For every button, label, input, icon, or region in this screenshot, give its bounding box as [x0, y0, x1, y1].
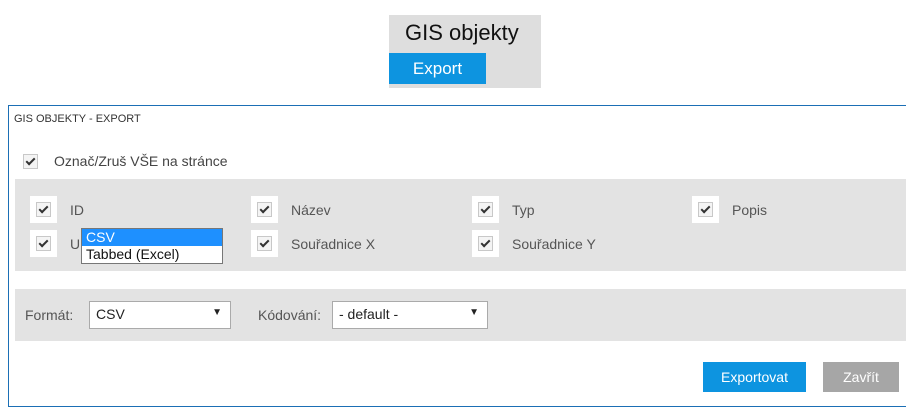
field-nazev[interactable]: Název — [251, 196, 331, 223]
field-y[interactable]: Souřadnice Y — [472, 230, 596, 257]
format-option-csv[interactable]: CSV — [82, 229, 222, 246]
toggle-all-checkbox[interactable] — [23, 153, 38, 169]
field-x-checkbox[interactable] — [257, 236, 272, 251]
field-id-checkbox[interactable] — [36, 202, 51, 217]
field-typ-label: Typ — [512, 201, 535, 218]
chevron-down-icon: ▼ — [212, 307, 222, 318]
format-label: Formát: — [25, 307, 74, 323]
field-y-label: Souřadnice Y — [512, 235, 596, 252]
field-popis-label: Popis — [732, 201, 768, 218]
field-typ-checkbox[interactable] — [478, 202, 493, 217]
field-typ[interactable]: Typ — [472, 196, 535, 223]
close-button[interactable]: Zavřít — [823, 362, 899, 392]
field-popis[interactable]: Popis — [692, 196, 767, 223]
field-x[interactable]: Souřadnice X — [251, 230, 375, 257]
field-id[interactable]: ID — [30, 196, 84, 223]
encoding-label: Kódování: — [258, 307, 322, 323]
field-popis-checkbox[interactable] — [698, 202, 713, 217]
field-nazev-checkbox[interactable] — [257, 202, 272, 217]
module-title: GIS objekty — [405, 20, 519, 45]
toggle-all-row[interactable]: Označ/Zruš VŠE na stránce — [23, 153, 228, 169]
format-selected-value: CSV — [96, 306, 125, 322]
field-y-checkbox[interactable] — [478, 236, 493, 251]
format-dropdown-list: CSV Tabbed (Excel) — [81, 228, 223, 264]
field-nazev-label: Název — [291, 201, 331, 218]
module-menu: GIS objekty Export — [389, 15, 541, 88]
encoding-select[interactable]: - default - ▼ — [332, 301, 488, 329]
chevron-down-icon: ▼ — [469, 307, 479, 318]
format-bar: Formát: CSV ▼ Kódování: - default - ▼ — [15, 289, 906, 341]
format-select[interactable]: CSV ▼ — [89, 301, 231, 329]
export-button[interactable]: Exportovat — [703, 362, 806, 392]
format-option-tabbed[interactable]: Tabbed (Excel) — [82, 246, 222, 263]
field-url-checkbox[interactable] — [36, 236, 51, 251]
export-menu-item[interactable]: Export — [389, 53, 486, 84]
dialog-title: GIS OBJEKTY - EXPORT — [14, 113, 141, 125]
toggle-all-label: Označ/Zruš VŠE na stránce — [54, 153, 228, 169]
field-id-label: ID — [70, 201, 84, 218]
field-x-label: Souřadnice X — [291, 235, 376, 252]
encoding-selected-value: - default - — [339, 306, 399, 322]
